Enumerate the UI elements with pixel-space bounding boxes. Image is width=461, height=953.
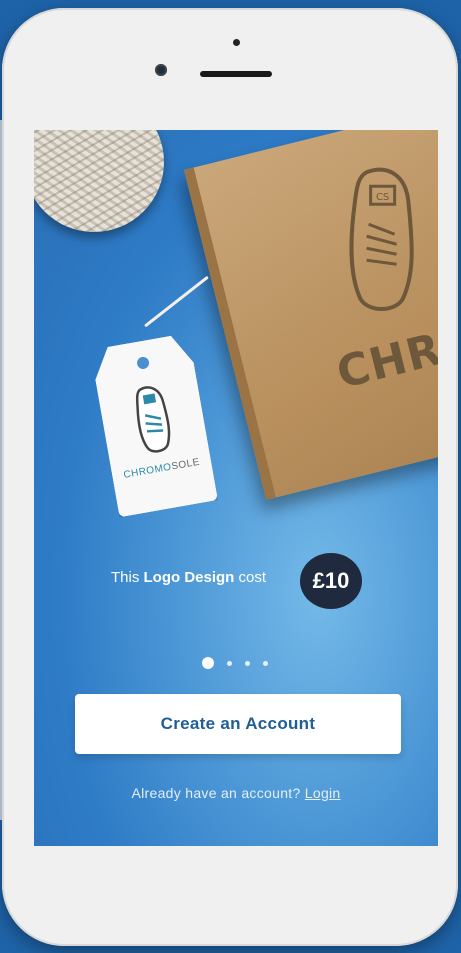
proximity-sensor [233,39,240,46]
earpiece-speaker [200,71,272,77]
twine-ball-image [34,130,164,232]
tag-string [144,275,209,328]
tag-hole [136,356,150,370]
box-logo-letters: CS [376,192,389,203]
price-description: This Logo Design cost [111,569,266,586]
carousel-dot-2[interactable] [227,660,232,666]
hang-tag-image: CHROMOSOLE [90,333,218,518]
carousel-indicator [202,657,268,669]
phone-frame: CS CHROMOS CHROMOSOLE This Logo Design c… [2,8,458,946]
tag-brand-text: CHROMOSOLE [117,456,206,482]
carousel-dot-3[interactable] [245,660,250,666]
shipping-box-image: CS CHROMOS [184,130,438,500]
login-prompt-text: Already have an account? [131,785,301,801]
carousel-dot-1[interactable] [202,657,214,669]
shoe-logo-icon: CS [349,167,414,311]
login-prompt-row: Already have an account? Login [34,785,438,801]
front-camera [155,64,167,76]
tag-shoe-icon [125,381,180,458]
app-screen: CS CHROMOS CHROMOSOLE This Logo Design c… [34,130,438,846]
price-row: This Logo Design cost £10 [34,547,438,609]
carousel-dot-4[interactable] [263,660,268,666]
tag-brand-part2: SOLE [170,456,201,473]
price-suffix: cost [234,569,267,586]
price-prefix: This [111,569,144,586]
price-product-name: Logo Design [143,569,235,586]
tag-brand-part1: CHROMO [122,461,173,481]
login-link[interactable]: Login [305,785,341,801]
price-badge: £10 [300,553,362,609]
create-account-button[interactable]: Create an Account [75,694,401,754]
